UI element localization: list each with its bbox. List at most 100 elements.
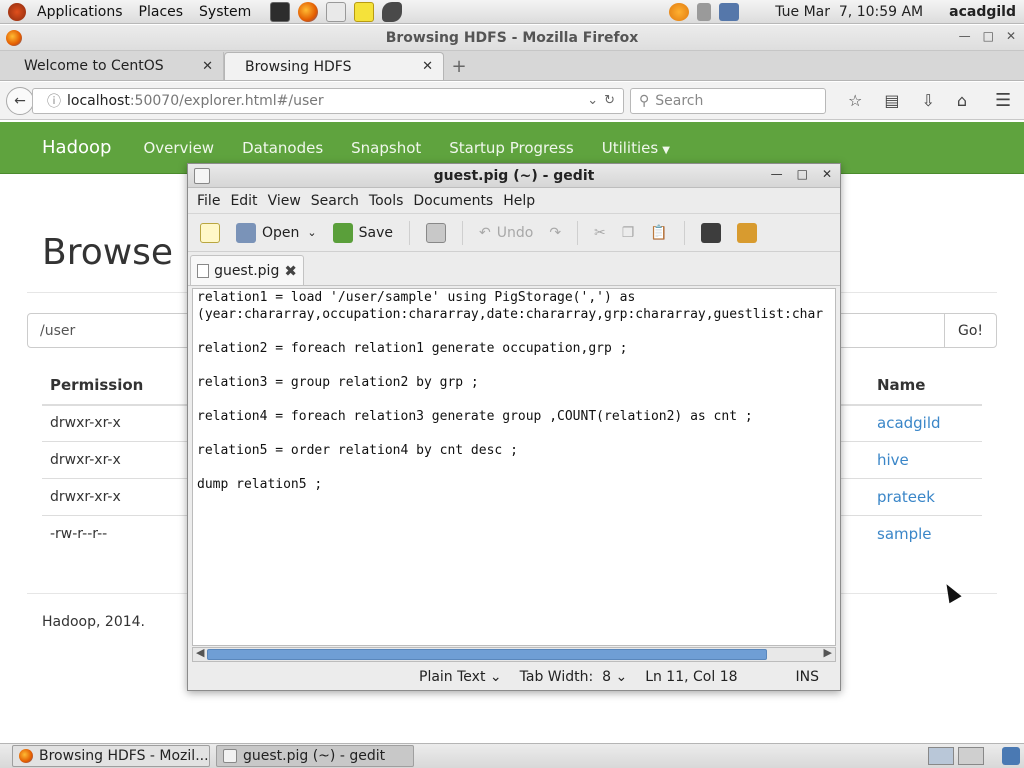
row-name-link[interactable]: prateek — [877, 488, 935, 506]
text-editor[interactable]: relation1 = load '/user/sample' using Pi… — [192, 288, 836, 646]
terminal-icon[interactable] — [270, 1, 291, 22]
copy-button[interactable]: ❐ — [616, 218, 641, 248]
find-replace-button[interactable] — [731, 218, 763, 248]
printer-icon — [426, 222, 446, 243]
save-button[interactable]: Save — [327, 218, 399, 248]
nav-overview[interactable]: Overview — [143, 139, 214, 157]
volume-icon[interactable] — [697, 2, 712, 21]
search-input[interactable]: ⚲ Search — [630, 87, 826, 114]
menu-tools[interactable]: Tools — [364, 193, 409, 209]
tab-width-selector[interactable]: Tab Width: 8 ⌄ — [520, 669, 628, 685]
back-arrow-icon[interactable]: ← — [6, 86, 34, 115]
code-line: relation4 = foreach relation3 generate g… — [197, 409, 753, 424]
reload-icon[interactable]: ↻ — [604, 93, 615, 108]
mysql-dolphin-icon[interactable] — [382, 1, 403, 22]
menu-help[interactable]: Help — [498, 193, 540, 209]
minimize-icon[interactable]: — — [771, 167, 783, 181]
menu-documents[interactable]: Documents — [408, 193, 498, 209]
column-header-name[interactable]: Name — [877, 376, 925, 394]
gedit-icon — [223, 749, 237, 763]
tab-label: Browsing HDFS — [245, 58, 352, 75]
scroll-right-icon[interactable]: ▶ — [824, 646, 832, 659]
row-name-link[interactable]: acadgild — [877, 414, 941, 432]
open-button[interactable]: Open ⌄ — [230, 218, 323, 248]
workspace-2[interactable] — [958, 747, 984, 765]
system-menu[interactable]: System — [194, 4, 256, 20]
maximize-icon[interactable]: □ — [983, 29, 994, 43]
row-permission: drwxr-xr-x — [50, 415, 121, 431]
trash-icon[interactable] — [1002, 747, 1020, 765]
menu-search[interactable]: Search — [306, 193, 364, 209]
taskbar-label: guest.pig (~) - gedit — [243, 748, 386, 764]
history-dropdown-icon[interactable]: ⌄ — [587, 93, 598, 108]
cursor-position: Ln 11, Col 18 — [645, 669, 738, 685]
minimize-icon[interactable]: — — [959, 29, 971, 43]
new-tab-icon[interactable]: + — [444, 52, 474, 80]
info-icon[interactable]: ⓘ — [47, 91, 61, 111]
menu-view[interactable]: View — [263, 193, 306, 209]
gedit-tab[interactable]: guest.pig ✖ — [190, 255, 304, 285]
url-host: localhost — [67, 92, 130, 109]
mail-icon[interactable] — [326, 1, 347, 22]
menu-file[interactable]: File — [192, 193, 225, 209]
url-bar[interactable]: ⓘ localhost:50070/explorer.html#/user ⌄ … — [32, 87, 624, 114]
reading-list-icon[interactable]: ▤ — [884, 91, 899, 110]
redo-button[interactable]: ↷ — [543, 218, 567, 248]
home-icon[interactable]: ⌂ — [957, 91, 967, 110]
syntax-selector[interactable]: Plain Text ⌄ — [419, 669, 502, 685]
firefox-window-title: Browsing HDFS - Mozilla Firefox — [385, 29, 639, 46]
undo-button[interactable]: ↶ Undo — [473, 218, 539, 248]
network-icon[interactable] — [719, 2, 740, 21]
hadoop-brand[interactable]: Hadoop — [42, 137, 111, 158]
user-name[interactable]: acadgild — [949, 4, 1016, 20]
nav-snapshot[interactable]: Snapshot — [351, 139, 421, 157]
close-icon[interactable]: ✕ — [1006, 29, 1016, 43]
places-menu[interactable]: Places — [134, 4, 189, 20]
firefox-icon[interactable] — [298, 1, 319, 22]
gedit-titlebar[interactable]: guest.pig (~) - gedit — □ ✕ — [188, 164, 840, 188]
tab-close-icon[interactable]: ✖ — [284, 262, 297, 280]
chevron-down-icon[interactable]: ⌄ — [307, 226, 316, 239]
menu-hamburger-icon[interactable]: ☰ — [995, 90, 1011, 111]
new-document-icon — [200, 222, 220, 243]
maximize-icon[interactable]: □ — [797, 167, 808, 181]
nav-utilities[interactable]: Utilities ▼ — [602, 139, 670, 157]
update-sun-icon[interactable] — [669, 2, 690, 21]
workspace-1[interactable] — [928, 747, 954, 765]
scrollbar-thumb[interactable] — [207, 649, 767, 660]
bookmark-star-icon[interactable]: ☆ — [848, 91, 862, 110]
tab-welcome-centos[interactable]: Welcome to CentOS ✕ — [4, 52, 224, 80]
paste-button[interactable]: 📋 — [644, 218, 673, 248]
applications-menu[interactable]: Applications — [32, 4, 128, 20]
gedit-tab-strip: guest.pig ✖ — [188, 252, 840, 286]
nav-startup-progress[interactable]: Startup Progress — [449, 139, 573, 157]
tab-browsing-hdfs[interactable]: Browsing HDFS ✕ — [224, 52, 444, 80]
download-icon[interactable]: ⇩ — [921, 91, 934, 110]
close-icon[interactable]: ✕ — [822, 167, 832, 181]
note-icon[interactable] — [354, 1, 375, 22]
row-name-link[interactable]: hive — [877, 451, 909, 469]
print-button[interactable] — [420, 218, 452, 248]
cut-button[interactable]: ✂ — [588, 218, 612, 248]
horizontal-scrollbar[interactable]: ◀ ▶ — [192, 646, 836, 662]
nav-datanodes[interactable]: Datanodes — [242, 139, 323, 157]
column-header-permission[interactable]: Permission — [50, 376, 143, 394]
code-line: dump relation5 ; — [197, 477, 323, 492]
toolbar-icons: ☆ ▤ ⇩ ⌂ — [848, 91, 967, 110]
row-name-link[interactable]: sample — [877, 525, 932, 543]
undo-icon: ↶ — [479, 224, 491, 241]
chevron-down-icon: ⌄ — [615, 669, 628, 685]
taskbar-gedit[interactable]: guest.pig (~) - gedit — [216, 745, 414, 767]
new-document-button[interactable] — [194, 218, 226, 248]
scroll-left-icon[interactable]: ◀ — [196, 646, 204, 659]
tab-close-icon[interactable]: ✕ — [422, 59, 433, 74]
go-button[interactable]: Go! — [944, 313, 997, 348]
clock[interactable]: Tue Mar 7, 10:59 AM — [775, 4, 923, 20]
tab-close-icon[interactable]: ✕ — [202, 59, 213, 74]
taskbar-firefox[interactable]: Browsing HDFS - Mozil... — [12, 745, 210, 767]
scissors-icon: ✂ — [594, 224, 606, 241]
find-button[interactable] — [695, 218, 727, 248]
menu-edit[interactable]: Edit — [225, 193, 262, 209]
